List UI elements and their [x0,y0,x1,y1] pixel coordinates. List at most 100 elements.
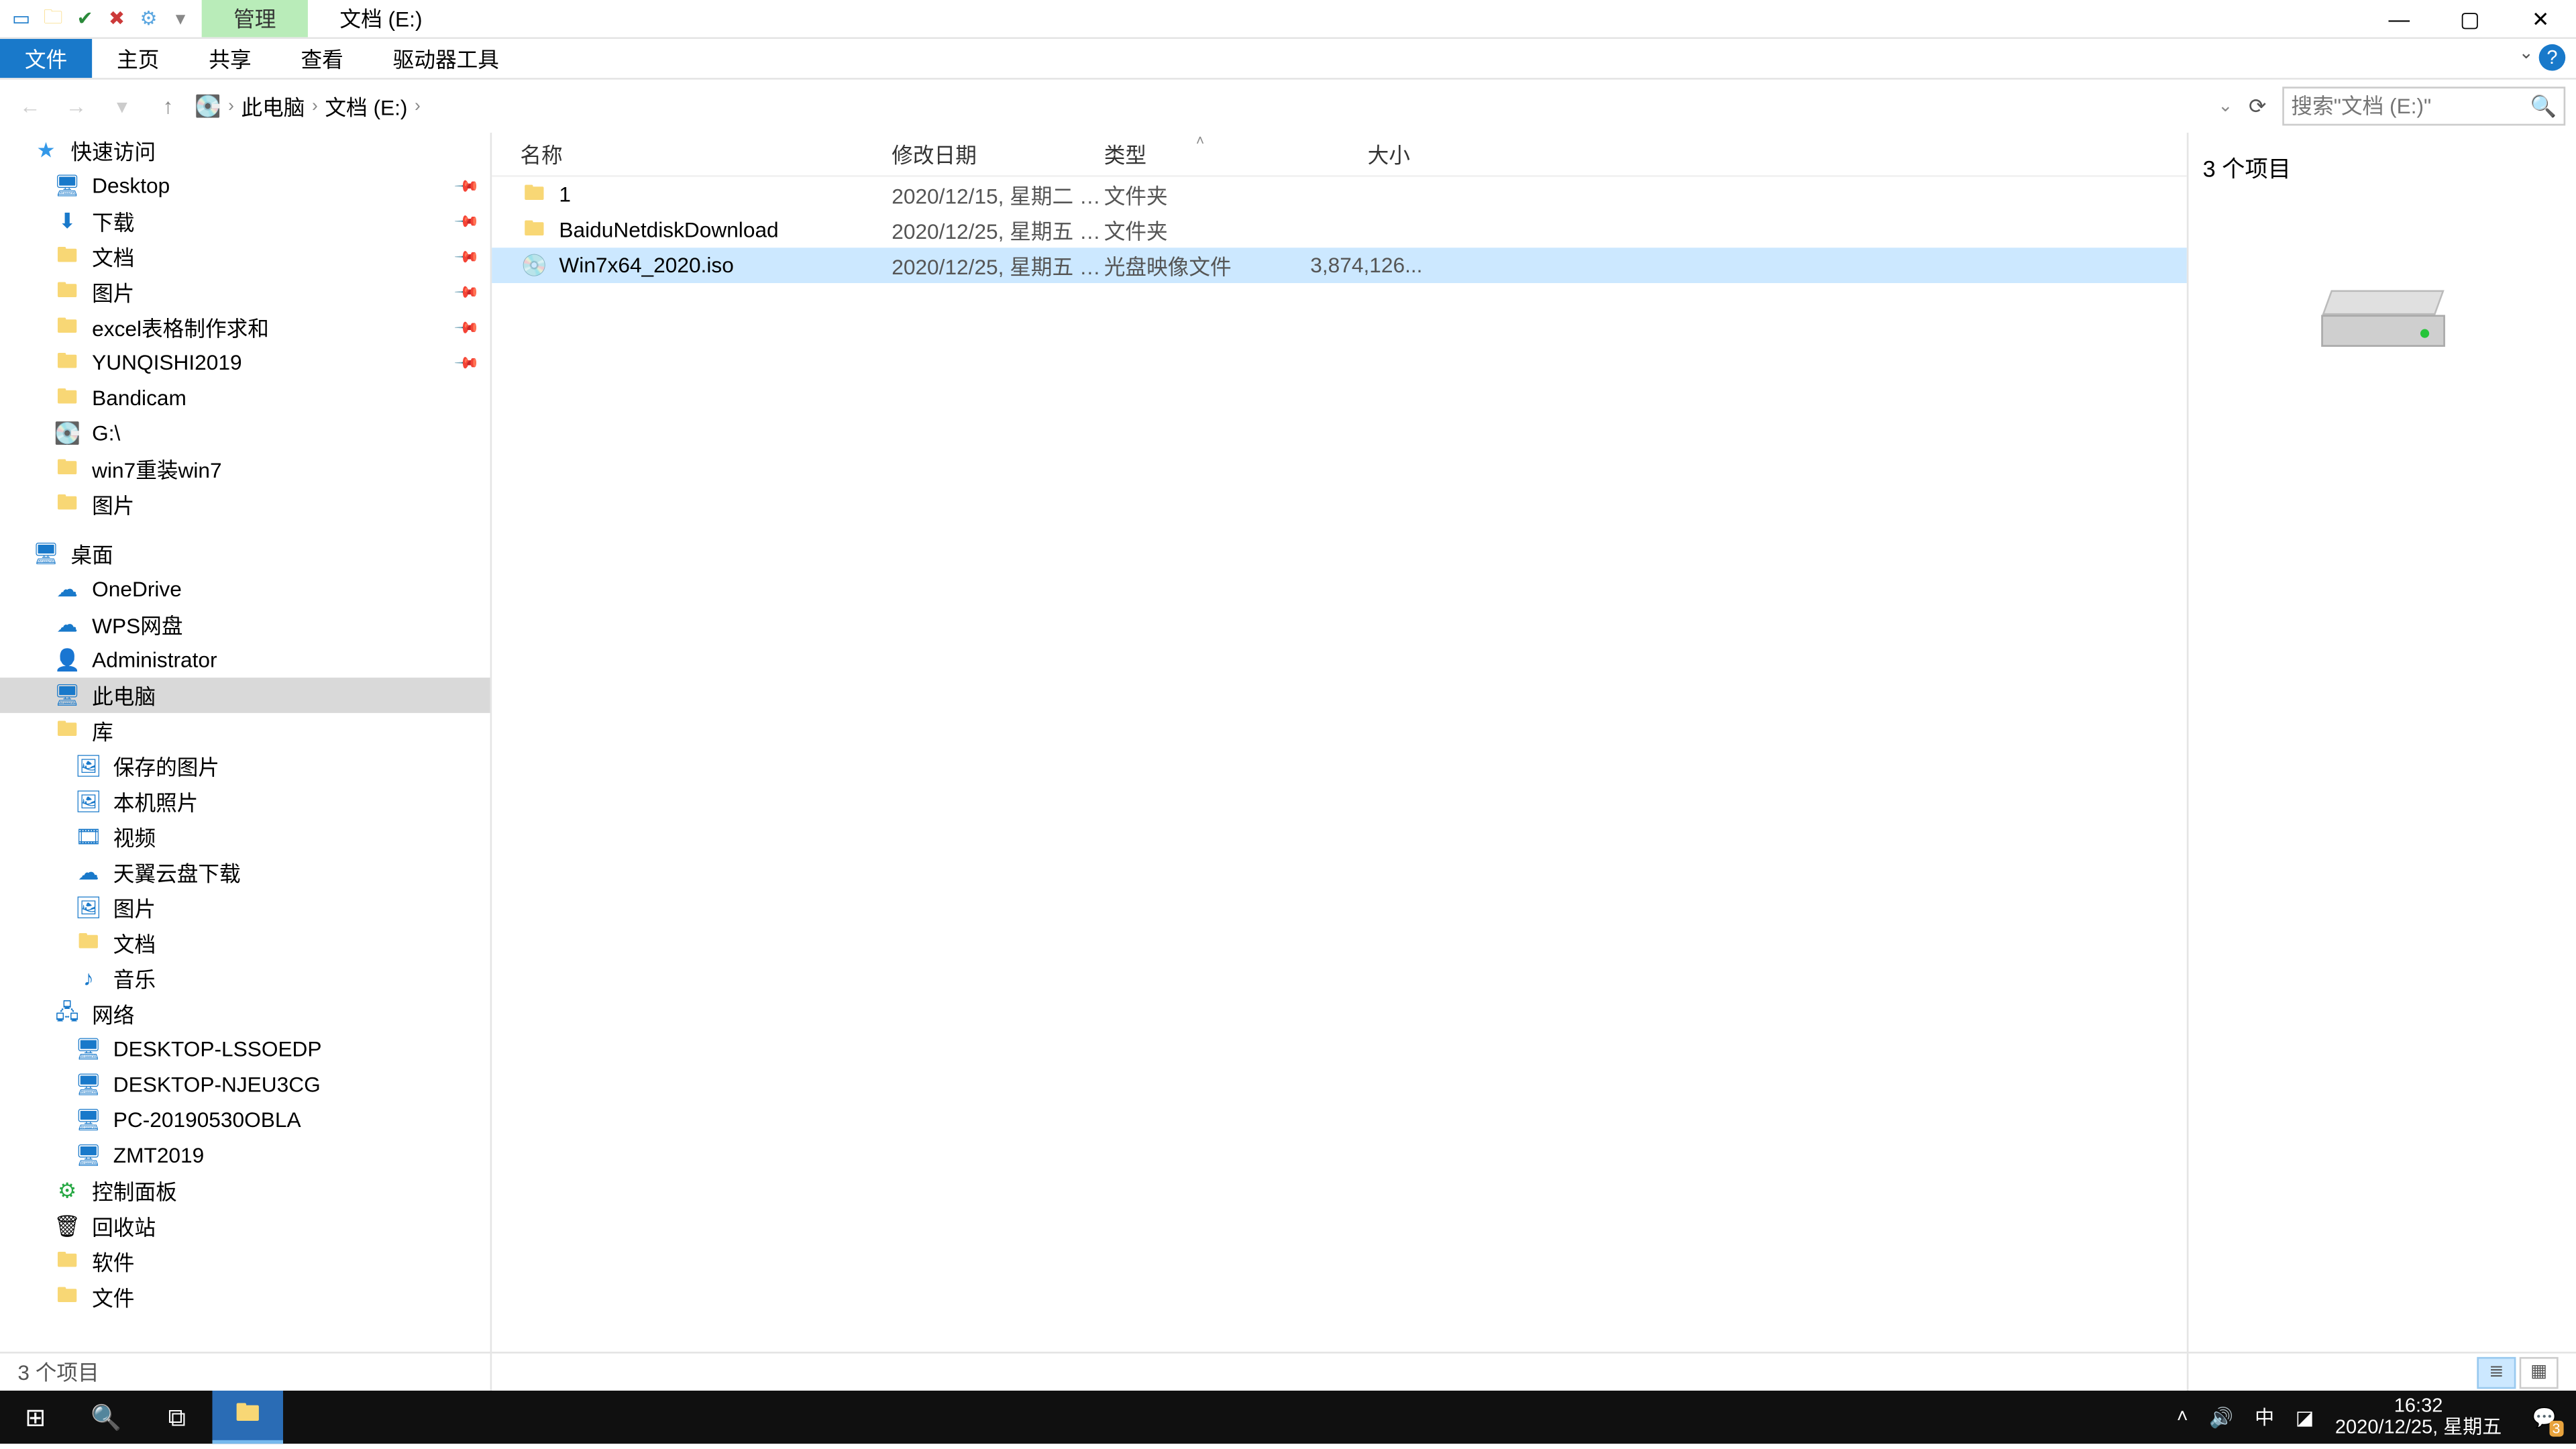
ribbon-collapse-icon[interactable]: ⌄ [2519,44,2534,64]
nav-pictures3[interactable]: 🖼图片 [0,890,490,926]
notification-center-button[interactable]: 💬 3 [2523,1396,2565,1438]
chevron-right-icon[interactable]: › [228,97,234,116]
gear-icon[interactable]: ⚙ [134,5,162,33]
nav-pc2[interactable]: 🖥DESKTOP-NJEU3CG [0,1067,490,1102]
nav-desktop2[interactable]: 🖥桌面 [0,536,490,572]
ime-indicator[interactable]: 中 [2255,1403,2274,1431]
nav-bandicam[interactable]: 🖿Bandicam [0,380,490,416]
preview-pane: 3 个项目 [2187,133,2576,1391]
music-icon: ♪ [74,966,103,991]
nav-pictures[interactable]: 🖿图片 [0,274,490,310]
nav-excel-folder[interactable]: 🖿excel表格制作求和 [0,310,490,345]
search-icon[interactable]: 🔍 [2530,94,2557,119]
start-button[interactable]: ⊞ [0,1391,70,1444]
nav-thispc[interactable]: 🖥此电脑 [0,678,490,713]
nav-desktop[interactable]: 🖥Desktop [0,168,490,204]
search-input[interactable] [2291,94,2503,119]
cloud-icon: ☁ [53,612,81,637]
close-x-icon[interactable]: ✖ [103,5,131,33]
ribbon-tab-view[interactable]: 查看 [276,39,368,78]
volume-icon[interactable]: 🔊 [2209,1405,2233,1428]
nav-camera-roll[interactable]: 🖼本机照片 [0,784,490,819]
addr-dropdown-icon[interactable]: ⌄ [2218,97,2233,116]
nav-network[interactable]: 🖧网络 [0,996,490,1032]
nav-software[interactable]: 🖿软件 [0,1244,490,1279]
file-row[interactable]: 🖿BaiduNetdiskDownload 2020/12/25, 星期五 1.… [492,212,2187,248]
refresh-button[interactable]: ⟳ [2240,94,2275,119]
close-button[interactable]: ✕ [2506,0,2576,38]
view-details-button[interactable]: ≣ [2477,1356,2516,1388]
search-button[interactable]: 🔍 [70,1391,141,1444]
clock[interactable]: 16:32 2020/12/25, 星期五 [2335,1396,2502,1439]
ribbon: 文件 主页 共享 查看 驱动器工具 ⌄ ? [0,39,2576,80]
column-type[interactable]: 类型 [1104,139,1281,169]
nav-documents[interactable]: 🖿文档 [0,239,490,274]
recycle-icon: 🗑 [53,1214,81,1238]
nav-controlpanel[interactable]: ⚙控制面板 [0,1173,490,1209]
nav-wps[interactable]: ☁WPS网盘 [0,607,490,643]
nav-pc4[interactable]: 🖥ZMT2019 [0,1138,490,1173]
clock-time: 16:32 [2335,1396,2502,1417]
nav-music[interactable]: ♪音乐 [0,961,490,996]
nav-saved-pics[interactable]: 🖼保存的图片 [0,749,490,784]
check-icon[interactable]: ✔ [70,5,99,33]
task-view-button[interactable]: ⧉ [142,1391,212,1444]
nav-pictures2[interactable]: 🖿图片 [0,486,490,522]
folder-icon[interactable]: 🗀 [39,5,67,33]
minimize-button[interactable]: — [2364,0,2434,38]
nav-yunqishi[interactable]: 🖿YUNQISHI2019 [0,345,490,380]
breadcrumb[interactable]: 💽 › 此电脑 › 文档 (E:) › [195,91,2211,121]
folder-icon: 🖿 [53,486,81,523]
pc-icon: 🖥 [53,683,81,708]
file-row[interactable]: 🖿1 2020/12/15, 星期二 1... 文件夹 [492,177,2187,213]
nav-videos[interactable]: 🎞视频 [0,819,490,855]
drive-icon: 💽 [195,94,221,119]
chevron-right-icon[interactable]: › [415,97,421,116]
ribbon-tab-file[interactable]: 文件 [0,39,92,78]
app-icon: ▭ [7,5,36,33]
nav-pc3[interactable]: 🖥PC-20190530OBLA [0,1102,490,1138]
qat-dropdown-icon[interactable]: ▾ [166,5,195,33]
ribbon-tab-share[interactable]: 共享 [184,39,276,78]
tray-chevron-up-icon[interactable]: ˄ [2177,1407,2188,1428]
maximize-button[interactable]: ▢ [2434,0,2505,38]
breadcrumb-drive[interactable]: 文档 (E:) [325,91,407,121]
nav-admin[interactable]: 👤Administrator [0,642,490,678]
view-thumbnails-button[interactable]: ▦ [2520,1356,2559,1388]
ribbon-tab-home[interactable]: 主页 [92,39,184,78]
nav-forward-button[interactable]: → [56,94,95,119]
chevron-right-icon[interactable]: › [312,97,318,116]
contextual-tab-manage[interactable]: 管理 [202,0,308,37]
nav-files[interactable]: 🖿文件 [0,1279,490,1315]
tray-app-icon[interactable]: ◪ [2296,1405,2314,1428]
nav-up-button[interactable]: ↑ [149,94,188,119]
column-name[interactable]: 名称 [520,139,892,169]
nav-onedrive[interactable]: ☁OneDrive [0,572,490,607]
help-icon[interactable]: ? [2539,44,2566,71]
nav-recent-dropdown[interactable]: ▾ [103,94,142,119]
file-rows: 🖿1 2020/12/15, 星期二 1... 文件夹 🖿BaiduNetdis… [492,177,2187,283]
breadcrumb-root[interactable]: 此电脑 [241,91,305,121]
pc-icon: 🖥 [74,1143,103,1168]
nav-gdrive[interactable]: 💽G:\ [0,416,490,451]
status-bar: 3 个项目 ≣ ▦ [0,1352,2576,1391]
system-tray: ˄ 🔊 中 ◪ 16:32 2020/12/25, 星期五 💬 3 [2177,1396,2576,1439]
nav-tianyi[interactable]: ☁天翼云盘下载 [0,855,490,890]
nav-downloads[interactable]: ⬇下载 [0,203,490,239]
explorer-task-button[interactable]: 🖿 [212,1391,282,1444]
file-list-pane: 名称 ˄ 修改日期 类型 大小 🖿1 2020/12/15, 星期二 1... … [492,133,2187,1391]
nav-library[interactable]: 🖿库 [0,713,490,749]
file-row[interactable]: 💿Win7x64_2020.iso 2020/12/25, 星期五 1... 光… [492,248,2187,283]
user-icon: 👤 [53,647,81,672]
column-size[interactable]: 大小 [1281,139,1422,169]
column-date[interactable]: 修改日期 [892,139,1104,169]
search-box[interactable]: 🔍 [2282,87,2565,125]
ribbon-tab-drive-tools[interactable]: 驱动器工具 [368,39,524,78]
nav-back-button[interactable]: ← [11,94,50,119]
nav-recycle[interactable]: 🗑回收站 [0,1208,490,1244]
nav-quick-access[interactable]: ★快速访问 [0,133,490,168]
nav-documents3[interactable]: 🖿文档 [0,925,490,961]
documents-icon: 🖿 [53,238,81,275]
nav-pc1[interactable]: 🖥DESKTOP-LSSOEDP [0,1032,490,1067]
nav-win7reload[interactable]: 🖿win7重装win7 [0,451,490,487]
